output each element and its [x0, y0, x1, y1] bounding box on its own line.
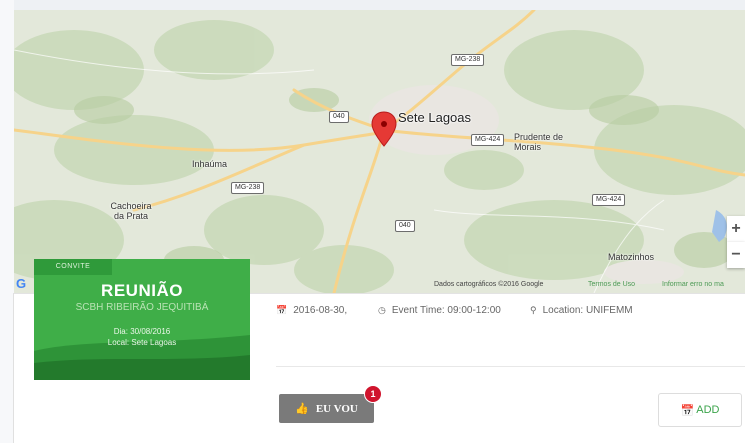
going-label: EU VOU: [315, 402, 358, 415]
road-mg238-north: MG-238: [451, 54, 485, 66]
poster-waves: [34, 335, 250, 380]
calendar-icon: 📅: [276, 305, 288, 315]
map-attribution: Dados cartográficos ©2016 Google: [434, 281, 544, 288]
left-edge: [0, 0, 14, 443]
map-place-cachoeira: Cachoeira da Prata: [110, 201, 152, 221]
zoom-out-button[interactable]: −: [727, 242, 745, 268]
road-040-south: 040: [395, 220, 415, 232]
road-040-west: 040: [329, 111, 349, 123]
event-date-text: 2016-08-30,: [293, 305, 348, 316]
road-mg238-south: MG-238: [231, 182, 265, 194]
map-report-link[interactable]: Informar erro no ma: [662, 280, 724, 289]
map-view[interactable]: MG-238 040 MG-424 MG-238 040 MG-424 Sete…: [14, 10, 745, 293]
map-place-inhauma: Inhaúma: [192, 159, 228, 169]
map-terms-link[interactable]: Termos de Uso: [588, 280, 635, 289]
event-poster: CONVITE REUNIÃO SCBH RIBEIRÃO JEQUITIBÁ …: [34, 259, 250, 380]
add-to-calendar-button[interactable]: 📅 ADD: [658, 393, 742, 427]
map-marker-icon: ⚲: [530, 305, 537, 315]
card-divider: [276, 366, 745, 367]
event-location-text: Location: UNIFEMM: [542, 305, 633, 316]
event-date: 📅 2016-08-30,: [276, 305, 347, 316]
map-terrain: [14, 10, 745, 293]
clock-icon: ◷: [378, 305, 386, 315]
event-page: MG-238 040 MG-424 MG-238 040 MG-424 Sete…: [0, 0, 745, 443]
add-label: ADD: [696, 404, 720, 416]
going-count-badge: 1: [364, 385, 382, 403]
poster-title: REUNIÃO: [101, 281, 183, 300]
event-time: ◷ Event Time: 09:00-12:00: [378, 305, 501, 316]
map-place-prudente: Prudente de Morais: [514, 132, 564, 152]
poster-location: Local: Sete Lagoas: [107, 338, 177, 347]
going-button[interactable]: 👍 EU VOU: [279, 394, 374, 423]
calendar-add-icon: 📅: [680, 404, 695, 417]
event-time-text: Event Time: 09:00-12:00: [391, 305, 501, 316]
map-city-label: Sete Lagoas: [398, 110, 472, 125]
thumbs-up-icon: 👍: [295, 403, 309, 415]
poster-subtitle: SCBH RIBEIRÃO JEQUITIBÁ: [75, 302, 209, 313]
road-mg424-east: MG-424: [471, 134, 505, 146]
poster-tag: CONVITE: [34, 259, 112, 275]
road-mg424-far: MG-424: [592, 194, 626, 206]
event-location: ⚲ Location: UNIFEMM: [530, 305, 633, 316]
map-place-matozinhos: Matozinhos: [608, 252, 655, 262]
poster-date: Dia: 30/08/2016: [113, 327, 171, 336]
google-logo: G: [16, 276, 27, 291]
zoom-in-button[interactable]: +: [727, 216, 745, 242]
